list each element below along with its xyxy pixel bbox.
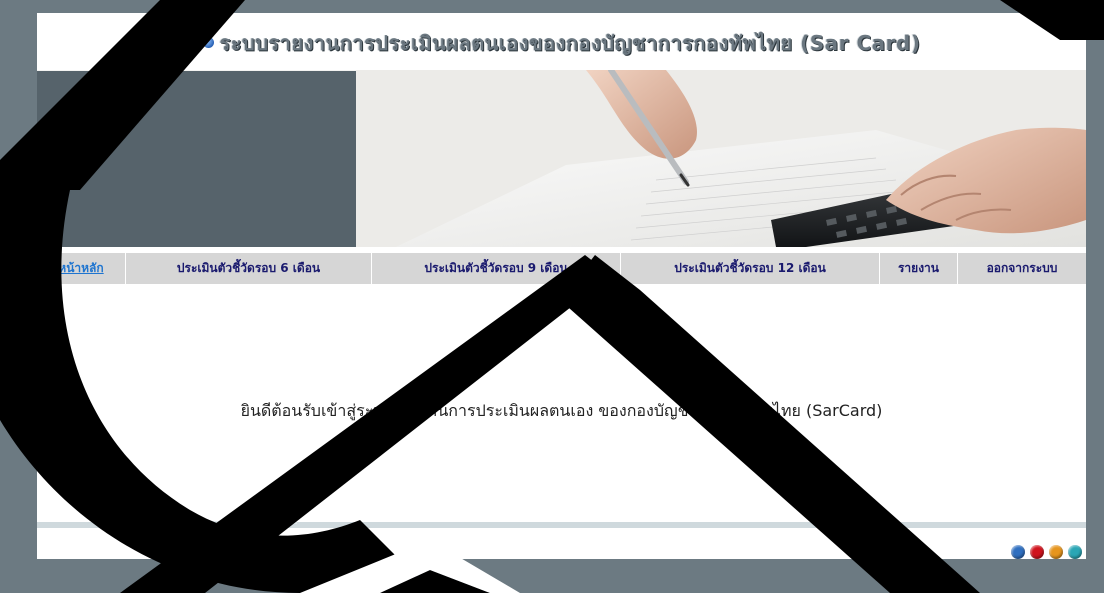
bottom-band — [37, 559, 1086, 593]
page-frame: ระบบรายงานการประเมินผลตนเองของกองบัญชากา… — [37, 13, 1086, 559]
nav-reports[interactable]: รายงาน — [880, 253, 958, 284]
red-dot-icon — [1030, 545, 1044, 559]
bullet-icon — [202, 37, 214, 48]
hero-photo — [356, 70, 1086, 247]
nav-home[interactable]: หน้าหลัก — [37, 253, 126, 284]
footer-dots — [1011, 545, 1082, 559]
nav-logout[interactable]: ออกจากระบบ — [958, 253, 1086, 284]
teal-dot-icon — [1068, 545, 1082, 559]
hero-dark-block — [37, 71, 356, 247]
nav-assess-6-months[interactable]: ประเมินตัวชี้วัดรอบ 6 เดือน — [126, 253, 372, 284]
footer-divider-highlight — [95, 521, 297, 524]
main-nav: หน้าหลัก ประเมินตัวชี้วัดรอบ 6 เดือน ประ… — [37, 253, 1086, 284]
site-title: ระบบรายงานการประเมินผลตนเองของกองบัญชากา… — [37, 27, 1086, 59]
welcome-message: ยินดีต้อนรับเข้าสู่ระบบรายงานการประเมินผ… — [240, 401, 883, 420]
hero-banner — [37, 70, 1086, 247]
title-bar: ระบบรายงานการประเมินผลตนเองของกองบัญชากา… — [37, 13, 1086, 70]
site-title-text: ระบบรายงานการประเมินผลตนเองของกองบัญชากา… — [219, 31, 921, 55]
orange-dot-icon — [1049, 545, 1063, 559]
nav-assess-9-months[interactable]: ประเมินตัวชี้วัดรอบ 9 เดือน — [372, 253, 621, 284]
nav-assess-12-months[interactable]: ประเมินตัวชี้วัดรอบ 12 เดือน — [621, 253, 880, 284]
blue-dot-icon — [1011, 545, 1025, 559]
